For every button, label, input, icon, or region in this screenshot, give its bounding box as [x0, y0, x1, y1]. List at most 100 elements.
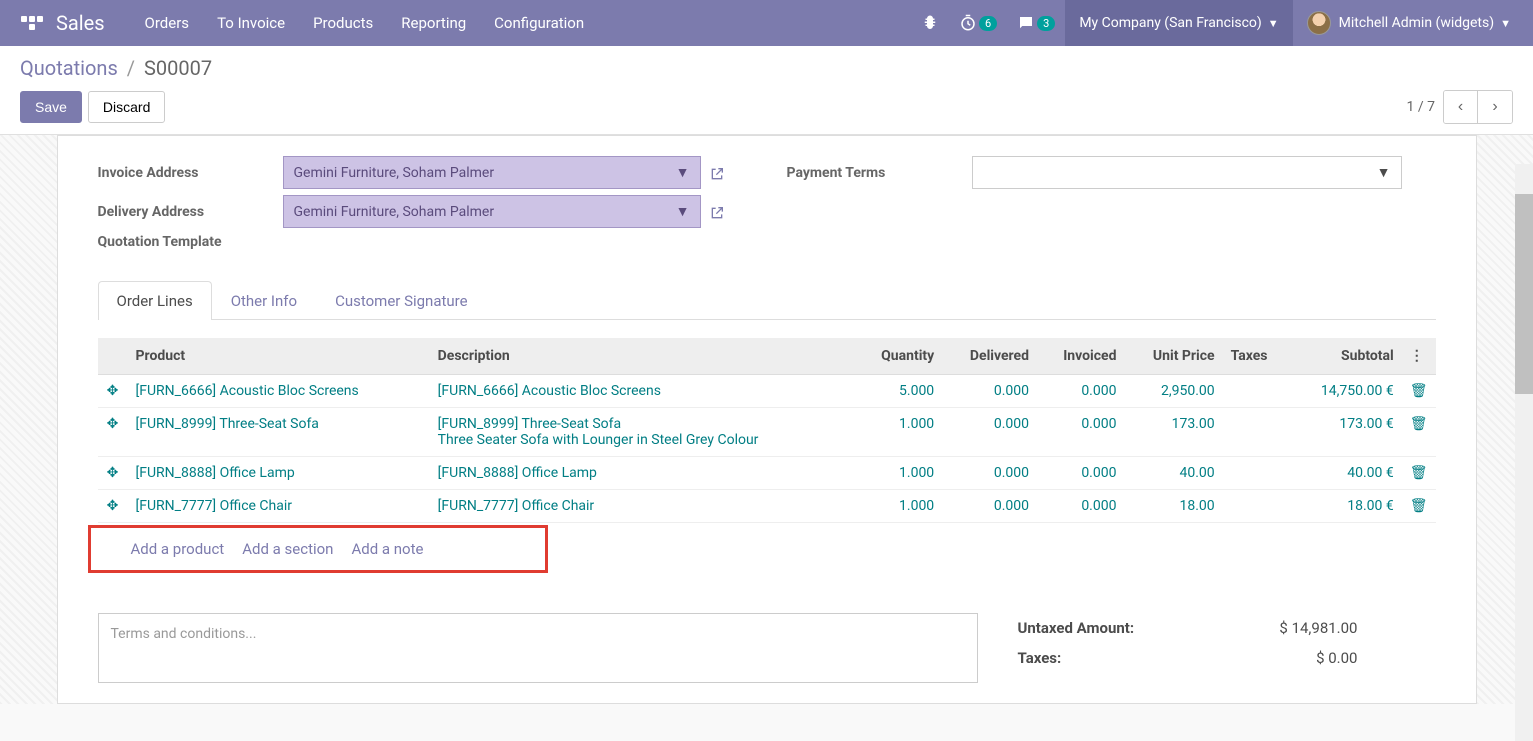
table-row[interactable]: ✥[FURN_8888] Office Lamp[FURN_8888] Offi… — [98, 457, 1436, 490]
untaxed-label: Untaxed Amount: — [1018, 619, 1135, 637]
add-section-link[interactable]: Add a section — [242, 540, 333, 558]
invoice-address-label: Invoice Address — [98, 165, 283, 181]
timer-icon[interactable]: 6 — [949, 0, 1007, 46]
drag-handle-icon[interactable]: ✥ — [98, 490, 128, 523]
company-switcher[interactable]: My Company (San Francisco)▼ — [1065, 0, 1292, 46]
cell-tax[interactable] — [1223, 408, 1290, 457]
nav-reporting[interactable]: Reporting — [401, 14, 466, 32]
cell-deliv[interactable]: 0.000 — [942, 408, 1037, 457]
cell-price[interactable]: 173.00 — [1124, 408, 1222, 457]
delivery-address-field[interactable]: Gemini Furniture, Soham Palmer▼ — [283, 195, 701, 228]
table-row[interactable]: ✥[FURN_8999] Three-Seat Sofa[FURN_8999] … — [98, 408, 1436, 457]
cell-product[interactable]: [FURN_8999] Three-Seat Sofa — [128, 408, 430, 457]
delete-row-icon[interactable]: 🗑 — [1402, 490, 1436, 523]
drag-handle-icon[interactable]: ✥ — [98, 408, 128, 457]
cell-inv[interactable]: 0.000 — [1037, 457, 1124, 490]
delivery-address-label: Delivery Address — [98, 204, 283, 220]
nav-configuration[interactable]: Configuration — [494, 14, 584, 32]
cell-qty[interactable]: 5.000 — [855, 375, 942, 408]
cell-deliv[interactable]: 0.000 — [942, 375, 1037, 408]
table-row[interactable]: ✥[FURN_6666] Acoustic Bloc Screens[FURN_… — [98, 375, 1436, 408]
chat-icon[interactable]: 3 — [1007, 0, 1065, 46]
order-lines-table: Product Description Quantity Delivered I… — [98, 338, 1436, 523]
col-deliv: Delivered — [942, 338, 1037, 375]
nav-menu: Orders To Invoice Products Reporting Con… — [145, 14, 585, 32]
cell-price[interactable]: 18.00 — [1124, 490, 1222, 523]
discard-button[interactable]: Discard — [88, 91, 165, 123]
totals: Untaxed Amount: $ 14,981.00 Taxes: $ 0.0… — [1018, 613, 1358, 683]
cell-tax[interactable] — [1223, 490, 1290, 523]
add-links-box: Add a product Add a section Add a note — [88, 525, 548, 573]
cell-deliv[interactable]: 0.000 — [942, 490, 1037, 523]
apps-icon[interactable] — [20, 11, 44, 35]
col-desc: Description — [430, 338, 855, 375]
cell-sub: 18.00 € — [1289, 490, 1401, 523]
toolbar: Quotations / S00007 Save Discard 1 / 7 ‹… — [0, 46, 1533, 135]
col-kebab[interactable]: ⋮ — [1402, 338, 1436, 375]
nav-to-invoice[interactable]: To Invoice — [217, 14, 285, 32]
taxes-value: $ 0.00 — [1316, 649, 1357, 667]
debug-icon[interactable] — [911, 0, 949, 46]
scrollbar[interactable] — [1515, 164, 1533, 741]
cell-product[interactable]: [FURN_6666] Acoustic Bloc Screens — [128, 375, 430, 408]
cell-desc[interactable]: [FURN_6666] Acoustic Bloc Screens — [430, 375, 855, 408]
cell-price[interactable]: 40.00 — [1124, 457, 1222, 490]
col-tax: Taxes — [1223, 338, 1290, 375]
tab-other-info[interactable]: Other Info — [212, 281, 316, 320]
add-product-link[interactable]: Add a product — [131, 540, 225, 558]
payment-terms-field[interactable]: ▼ — [972, 156, 1402, 189]
cell-deliv[interactable]: 0.000 — [942, 457, 1037, 490]
breadcrumb: Quotations / S00007 — [20, 56, 1513, 80]
nav-orders[interactable]: Orders — [145, 14, 190, 32]
cell-tax[interactable] — [1223, 375, 1290, 408]
cell-desc[interactable]: [FURN_7777] Office Chair — [430, 490, 855, 523]
cell-inv[interactable]: 0.000 — [1037, 408, 1124, 457]
col-qty: Quantity — [855, 338, 942, 375]
pager-prev[interactable]: ‹ — [1444, 91, 1478, 123]
delivery-external-link-icon[interactable] — [709, 202, 725, 221]
quotation-template-label: Quotation Template — [98, 234, 283, 250]
form-sheet: Invoice Address Gemini Furniture, Soham … — [57, 135, 1477, 704]
cell-tax[interactable] — [1223, 457, 1290, 490]
col-product: Product — [128, 338, 430, 375]
cell-product[interactable]: [FURN_8888] Office Lamp — [128, 457, 430, 490]
pager-text: 1 / 7 — [1407, 99, 1435, 115]
tab-customer-signature[interactable]: Customer Signature — [316, 281, 487, 320]
add-note-link[interactable]: Add a note — [351, 540, 423, 558]
delete-row-icon[interactable]: 🗑 — [1402, 408, 1436, 457]
nav-products[interactable]: Products — [313, 14, 373, 32]
avatar — [1307, 11, 1331, 35]
breadcrumb-root[interactable]: Quotations — [20, 56, 118, 80]
save-button[interactable]: Save — [20, 91, 82, 123]
cell-desc[interactable]: [FURN_8999] Three-Seat Sofa Three Seater… — [430, 408, 855, 457]
tab-order-lines[interactable]: Order Lines — [98, 281, 212, 320]
cell-qty[interactable]: 1.000 — [855, 457, 942, 490]
pager: 1 / 7 ‹ › — [1407, 90, 1513, 124]
drag-handle-icon[interactable]: ✥ — [98, 457, 128, 490]
invoice-external-link-icon[interactable] — [709, 163, 725, 182]
user-menu[interactable]: Mitchell Admin (widgets)▼ — [1293, 0, 1525, 46]
delete-row-icon[interactable]: 🗑 — [1402, 375, 1436, 408]
cell-sub: 40.00 € — [1289, 457, 1401, 490]
drag-handle-icon[interactable]: ✥ — [98, 375, 128, 408]
cell-desc[interactable]: [FURN_8888] Office Lamp — [430, 457, 855, 490]
terms-input[interactable]: Terms and conditions... — [98, 613, 978, 683]
cell-inv[interactable]: 0.000 — [1037, 375, 1124, 408]
cell-product[interactable]: [FURN_7777] Office Chair — [128, 490, 430, 523]
table-row[interactable]: ✥[FURN_7777] Office Chair[FURN_7777] Off… — [98, 490, 1436, 523]
user-name: Mitchell Admin (widgets) — [1339, 15, 1494, 31]
navbar: Sales Orders To Invoice Products Reporti… — [0, 0, 1533, 46]
taxes-label: Taxes: — [1018, 649, 1062, 667]
cell-qty[interactable]: 1.000 — [855, 490, 942, 523]
app-brand[interactable]: Sales — [56, 11, 105, 35]
invoice-address-field[interactable]: Gemini Furniture, Soham Palmer▼ — [283, 156, 701, 189]
cell-sub: 173.00 € — [1289, 408, 1401, 457]
cell-price[interactable]: 2,950.00 — [1124, 375, 1222, 408]
cell-sub: 14,750.00 € — [1289, 375, 1401, 408]
col-inv: Invoiced — [1037, 338, 1124, 375]
cell-inv[interactable]: 0.000 — [1037, 490, 1124, 523]
timer-badge: 6 — [979, 16, 997, 31]
cell-qty[interactable]: 1.000 — [855, 408, 942, 457]
delete-row-icon[interactable]: 🗑 — [1402, 457, 1436, 490]
pager-next[interactable]: › — [1478, 91, 1512, 123]
